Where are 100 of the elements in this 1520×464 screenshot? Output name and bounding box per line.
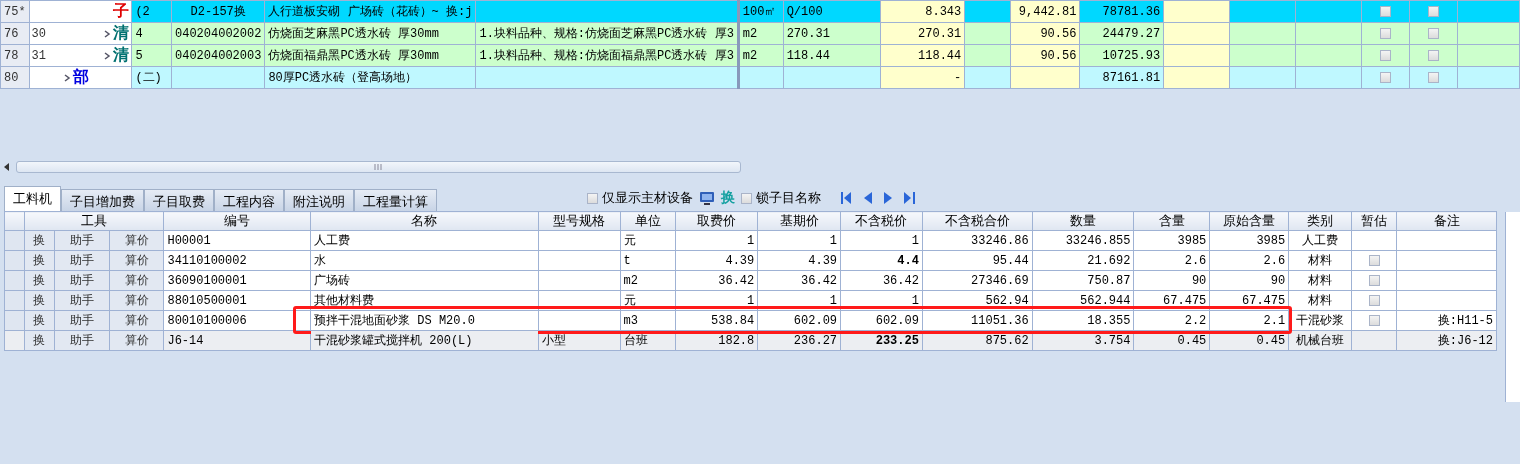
row-type-label: 部: [73, 67, 90, 88]
name-cell: 仿烧面福鼎黑PC透水砖 厚30mm: [268, 49, 439, 63]
previous-icon[interactable]: [864, 192, 872, 204]
table-row[interactable]: 换 助手 算价 H00001 人工费 元 1 1 1 33246.86 33246.855 3985 3985 人工费: [4, 230, 1497, 251]
name-cell: 80厚PC透水砖（登高场地）: [268, 71, 418, 85]
checkbox[interactable]: [1380, 5, 1392, 17]
content-cell: 0.45: [1177, 333, 1207, 348]
fee-price-cell: 36.42: [718, 273, 755, 288]
checkbox[interactable]: [1428, 71, 1440, 83]
checkbox[interactable]: [1428, 49, 1440, 61]
table-row[interactable]: 换 助手 算价 88010500001 其他材料费 元 1 1 1 562.94 562.944 67.475 67.475 材料: [4, 290, 1497, 311]
content-cell: 3985: [1177, 233, 1207, 248]
checkbox-label: 仅显示主材设备: [602, 189, 693, 207]
tab[interactable]: 工程内容: [214, 189, 284, 211]
fee-price-cell: 1: [747, 293, 755, 308]
checkbox[interactable]: [1380, 27, 1392, 39]
expand-icon[interactable]: [104, 29, 112, 38]
content-cell: 90: [1191, 273, 1207, 288]
quantity-cell: 3.754: [1094, 333, 1131, 348]
original-content-cell: 2.1: [1263, 313, 1286, 328]
column-header: 原始含量: [1223, 214, 1276, 229]
column-header: 名称: [411, 214, 438, 229]
code-cell: H00001: [167, 233, 211, 248]
monitor-icon[interactable]: [699, 190, 715, 206]
row-number: 75*: [4, 4, 26, 19]
checkbox[interactable]: [1368, 314, 1380, 326]
column-header: 不含税合价: [944, 214, 1010, 229]
name-cell: 人行道板安砌 广场砖（花砖）~ 换:j: [268, 5, 473, 19]
checkbox[interactable]: [1368, 274, 1380, 286]
column-header: 数量: [1070, 214, 1097, 229]
unit-price-cell: 90.56: [1040, 48, 1077, 63]
checkbox[interactable]: [1380, 71, 1392, 83]
original-content-cell: 0.45: [1256, 333, 1286, 348]
remark-cell: 换:J6-12: [1437, 334, 1493, 348]
table-row[interactable]: 换 助手 算价 34110100002 水 t 4.39 4.39 4.4 95.44 21.692 2.6 2.6 材料: [4, 250, 1497, 271]
net-total-cell: 11051.36: [971, 313, 1029, 328]
net-total-cell: 95.44: [992, 253, 1029, 268]
spec-cell: 小型: [541, 334, 566, 348]
content-cell: 2.6: [1184, 253, 1207, 268]
checkbox[interactable]: [1428, 27, 1440, 39]
sequence-cell: (二): [135, 71, 162, 85]
total-cell: 24479.27: [1102, 26, 1161, 41]
table-row[interactable]: 换 助手 算价 36090100001 广场砖 m2 36.42 36.42 36.42 27346.69 750.87 90 90 材料: [4, 270, 1497, 291]
total-cell: 10725.93: [1102, 48, 1161, 63]
base-price-cell: 36.42: [801, 273, 838, 288]
unit-cell: m3: [623, 313, 638, 328]
checkbox[interactable]: [1368, 254, 1380, 266]
tab[interactable]: 附注说明: [284, 189, 354, 211]
checkbox[interactable]: [741, 192, 752, 204]
sequence-cell: (2: [135, 4, 150, 19]
category-cell: 材料: [1308, 253, 1333, 267]
expand-icon[interactable]: [64, 73, 72, 82]
expand-icon[interactable]: [104, 51, 112, 60]
unit-cell: m2: [742, 26, 758, 41]
unit-cell: m2: [623, 273, 638, 288]
checkbox[interactable]: [1368, 294, 1380, 306]
content-cell: 2.2: [1184, 313, 1207, 328]
quantity-cell: 21.692: [1087, 253, 1131, 268]
net-price-cell: 602.09: [875, 313, 919, 328]
code-cell: J6-14: [167, 333, 204, 348]
net-total-cell: 27346.69: [971, 273, 1029, 288]
table-row[interactable]: 换 助手 算价 J6-14 干混砂浆罐式搅拌机 200(L) 小型 台班 182.8 236.27 233.25 875.62 3.754 0.45 0.45 机械台班 换:J6-12: [4, 330, 1497, 351]
code-cell: 040204002003: [175, 48, 262, 63]
unit-cell: 元: [623, 234, 636, 248]
scroll-left-icon[interactable]: [4, 163, 10, 171]
row-type-label: 子: [113, 2, 130, 22]
column-header: 工具: [81, 214, 108, 229]
quantity-cell: 8.343: [925, 4, 962, 19]
column-header: 单位: [635, 214, 661, 229]
checkbox[interactable]: [587, 192, 598, 204]
code-cell: 80010100006: [167, 313, 247, 328]
first-icon[interactable]: [841, 192, 852, 204]
sub-number: 30: [30, 26, 46, 41]
sequence-cell: 4: [135, 26, 143, 41]
name-cell: 其他材料费: [314, 294, 375, 308]
column-header: 含量: [1158, 214, 1185, 229]
name-cell: 人工费: [314, 234, 351, 248]
last-icon[interactable]: [904, 192, 915, 204]
quantity-expression-cell: Q/100: [786, 4, 823, 19]
tab[interactable]: 工程量计算: [354, 189, 437, 211]
base-price-cell: 1: [829, 233, 838, 248]
checkbox[interactable]: [1380, 49, 1392, 61]
code-cell: 88010500001: [167, 293, 247, 308]
sequence-cell: 5: [135, 48, 143, 63]
scrollbar-thumb[interactable]: [16, 161, 741, 173]
column-header: 型号规格: [553, 214, 606, 229]
total-cell: 87161.81: [1102, 70, 1161, 85]
tab[interactable]: 子目增加费: [61, 189, 144, 211]
net-total-cell: 562.94: [985, 293, 1029, 308]
quantity-cell: 118.44: [918, 48, 962, 63]
checkbox-label: 锁子目名称: [756, 189, 821, 207]
tab[interactable]: 子目取费: [144, 189, 214, 211]
original-content-cell: 2.6: [1263, 253, 1286, 268]
base-price-cell: 1: [829, 293, 838, 308]
checkbox[interactable]: [1428, 5, 1440, 17]
unit-cell: t: [623, 253, 631, 268]
next-icon[interactable]: [884, 192, 892, 204]
tab[interactable]: 工料机: [4, 186, 61, 211]
fee-price-cell: 538.84: [711, 313, 755, 328]
remark-cell: 换:H11-5: [1437, 314, 1493, 328]
